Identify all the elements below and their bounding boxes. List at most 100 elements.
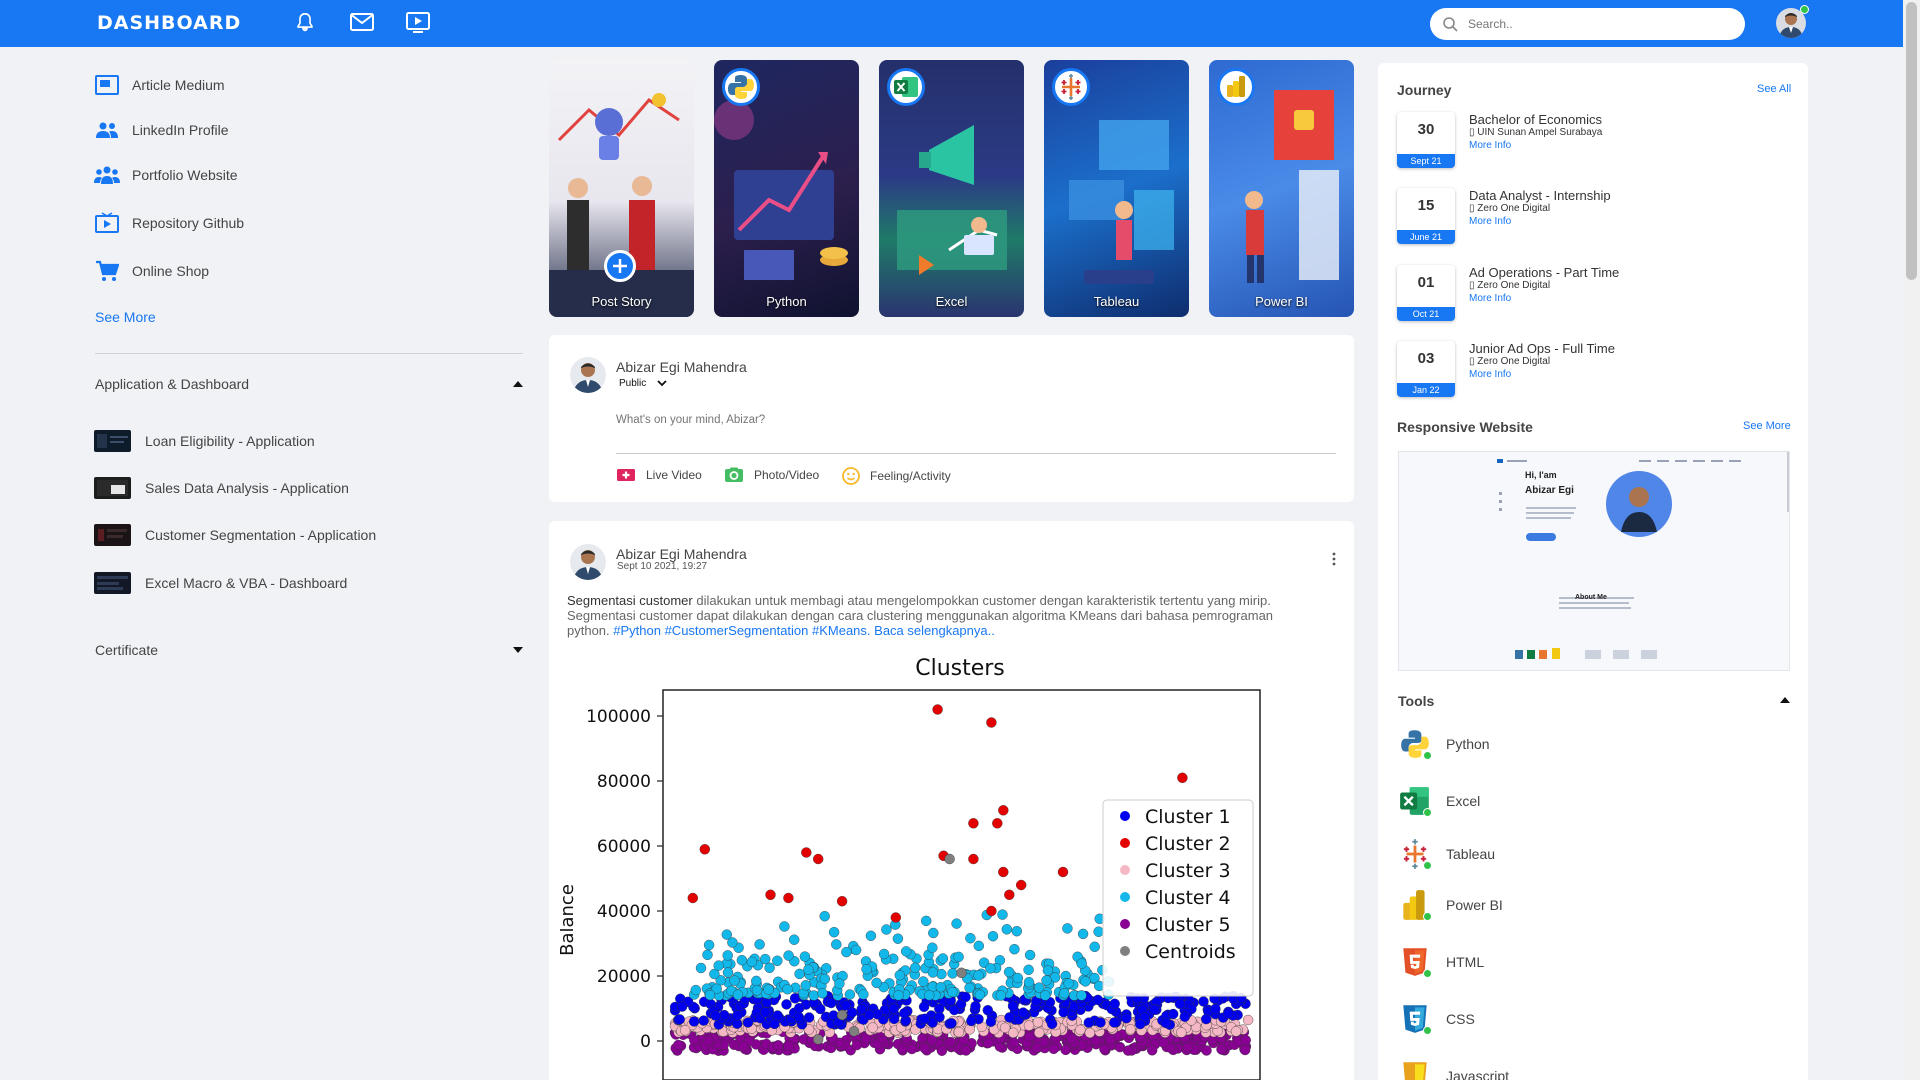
scrollbar-thumb[interactable] bbox=[1906, 2, 1917, 280]
point-cluster-3 bbox=[1176, 1027, 1187, 1038]
app-item-excel-macro-vba[interactable]: Excel Macro & VBA - Dashboard bbox=[94, 571, 514, 595]
point-cluster-2 bbox=[968, 818, 979, 829]
journey-title: Journey bbox=[1397, 82, 1452, 98]
tv-play-icon[interactable] bbox=[405, 11, 431, 35]
tool-item-css[interactable]: CSS bbox=[1398, 1002, 1698, 1036]
story-card-tableau[interactable]: Tableau bbox=[1044, 60, 1189, 317]
hashtags[interactable]: #Python #CustomerSegmentation #KMeans. bbox=[613, 623, 870, 638]
composer-divider bbox=[616, 453, 1336, 454]
story-card-python[interactable]: Python bbox=[714, 60, 859, 317]
more-info-link[interactable]: More Info bbox=[1469, 369, 1511, 380]
group-icon bbox=[94, 164, 120, 186]
see-more-link[interactable]: See More bbox=[95, 309, 156, 325]
section-toggle-applications[interactable]: Application & Dashboard bbox=[95, 372, 525, 396]
bell-icon[interactable] bbox=[293, 11, 319, 35]
online-status-dot bbox=[1423, 912, 1432, 921]
composer-author-name[interactable]: Abizar Egi Mahendra bbox=[616, 359, 747, 375]
composer-input[interactable] bbox=[616, 410, 1336, 430]
read-more-link[interactable]: Baca selengkapnya.. bbox=[874, 623, 995, 638]
caret-down-icon bbox=[513, 647, 523, 653]
sidebar-item-online-shop[interactable]: Online Shop bbox=[94, 258, 394, 284]
point-centroids bbox=[813, 1034, 824, 1045]
legend-label: Cluster 5 bbox=[1145, 914, 1231, 936]
point-cluster-4 bbox=[927, 942, 938, 953]
tool-item-power-bi[interactable]: Power BI bbox=[1398, 888, 1698, 922]
point-cluster-5 bbox=[1024, 1031, 1035, 1042]
point-cluster-4 bbox=[973, 970, 984, 981]
avatar[interactable] bbox=[570, 357, 606, 393]
website-preview[interactable]: Hi, I'am Abizar Egi About Me bbox=[1398, 451, 1790, 671]
app-item-customer-segmentation[interactable]: Customer Segmentation - Application bbox=[94, 523, 514, 547]
point-cluster-3 bbox=[679, 1025, 691, 1036]
audience-selector[interactable]: Public bbox=[619, 376, 668, 390]
feeling-activity-button[interactable]: Feeling/Activity bbox=[842, 467, 951, 485]
point-cluster-4 bbox=[865, 930, 877, 941]
search-input[interactable] bbox=[1468, 14, 1728, 34]
more-info-link[interactable]: More Info bbox=[1469, 216, 1511, 227]
plus-circle-icon[interactable] bbox=[604, 250, 636, 282]
point-cluster-4 bbox=[783, 950, 794, 961]
photo-video-button[interactable]: Photo/Video bbox=[724, 467, 819, 483]
tool-item-excel[interactable]: Excel bbox=[1398, 784, 1698, 818]
tool-item-javascript[interactable]: Javascript bbox=[1398, 1059, 1698, 1080]
post-author-name[interactable]: Abizar Egi Mahendra bbox=[616, 546, 747, 562]
sidebar-item-article-medium[interactable]: Article Medium bbox=[94, 72, 394, 98]
point-cluster-1 bbox=[1007, 1000, 1019, 1012]
tool-item-tableau[interactable]: Tableau bbox=[1398, 837, 1698, 871]
journey-month: Oct 21 bbox=[1397, 307, 1455, 321]
story-card-post-story[interactable]: Post Story bbox=[549, 60, 694, 317]
search-bar[interactable] bbox=[1430, 8, 1745, 40]
html5-icon bbox=[1398, 945, 1432, 979]
point-cluster-4 bbox=[1080, 976, 1091, 987]
section-toggle-certificate[interactable]: Certificate bbox=[95, 638, 525, 662]
app-item-sales-data-analysis[interactable]: Sales Data Analysis - Application bbox=[94, 476, 514, 500]
story-card-power-bi[interactable]: Power BI bbox=[1209, 60, 1354, 317]
post-text-strong: Segmentasi customer bbox=[567, 593, 693, 608]
story-card-excel[interactable]: Excel bbox=[879, 60, 1024, 317]
more-info-link[interactable]: More Info bbox=[1469, 293, 1511, 304]
y-tick-label: 80000 bbox=[597, 772, 651, 792]
sidebar-item-repository-github[interactable]: Repository Github bbox=[94, 210, 394, 236]
point-cluster-1 bbox=[803, 1012, 815, 1023]
legend-marker bbox=[1120, 838, 1130, 848]
tools-collapse-toggle[interactable] bbox=[1780, 697, 1790, 703]
tool-label: Tableau bbox=[1446, 846, 1496, 862]
point-cluster-1 bbox=[1135, 1018, 1146, 1030]
excel-icon bbox=[1398, 784, 1432, 818]
app-item-loan-eligibility[interactable]: Loan Eligibility - Application bbox=[94, 429, 514, 453]
see-more-link[interactable]: See More bbox=[1743, 420, 1791, 432]
legend-marker bbox=[1120, 811, 1130, 821]
online-status-dot bbox=[1423, 751, 1432, 760]
point-cluster-5 bbox=[1048, 1043, 1059, 1054]
point-cluster-5 bbox=[1066, 1033, 1077, 1044]
powerbi-icon bbox=[1217, 68, 1255, 106]
legend-label: Centroids bbox=[1145, 941, 1236, 963]
live-video-button[interactable]: Live Video bbox=[616, 467, 702, 483]
story-label: Power BI bbox=[1255, 294, 1308, 309]
more-options-icon[interactable] bbox=[1329, 551, 1339, 567]
point-cluster-4 bbox=[935, 982, 946, 993]
app-logo[interactable]: DASHBOARD bbox=[97, 12, 241, 34]
point-cluster-5 bbox=[1158, 1037, 1169, 1048]
journey-org-2: ▯ Zero One Digital bbox=[1469, 280, 1550, 291]
point-cluster-1 bbox=[960, 991, 971, 1003]
point-cluster-1 bbox=[793, 1003, 805, 1014]
sidebar-item-label: Article Medium bbox=[132, 77, 225, 93]
story-label: Python bbox=[766, 294, 807, 309]
legend-label: Cluster 1 bbox=[1145, 806, 1231, 828]
tool-item-html[interactable]: HTML bbox=[1398, 945, 1698, 979]
y-tick-label: 100000 bbox=[586, 707, 651, 727]
tool-item-python[interactable]: Python bbox=[1398, 727, 1698, 761]
avatar[interactable] bbox=[570, 544, 606, 580]
mail-icon[interactable] bbox=[349, 11, 375, 35]
point-cluster-5 bbox=[960, 1045, 972, 1056]
see-all-link[interactable]: See All bbox=[1757, 83, 1791, 95]
sidebar-item-linkedin-profile[interactable]: LinkedIn Profile bbox=[94, 117, 394, 143]
point-cluster-4 bbox=[1089, 941, 1100, 952]
point-cluster-1 bbox=[1201, 1013, 1212, 1025]
more-info-link[interactable]: More Info bbox=[1469, 140, 1511, 151]
journey-month: June 21 bbox=[1397, 230, 1455, 244]
point-cluster-5 bbox=[1147, 1045, 1158, 1056]
python-icon bbox=[1398, 727, 1432, 761]
sidebar-item-portfolio-website[interactable]: Portfolio Website bbox=[94, 162, 394, 188]
